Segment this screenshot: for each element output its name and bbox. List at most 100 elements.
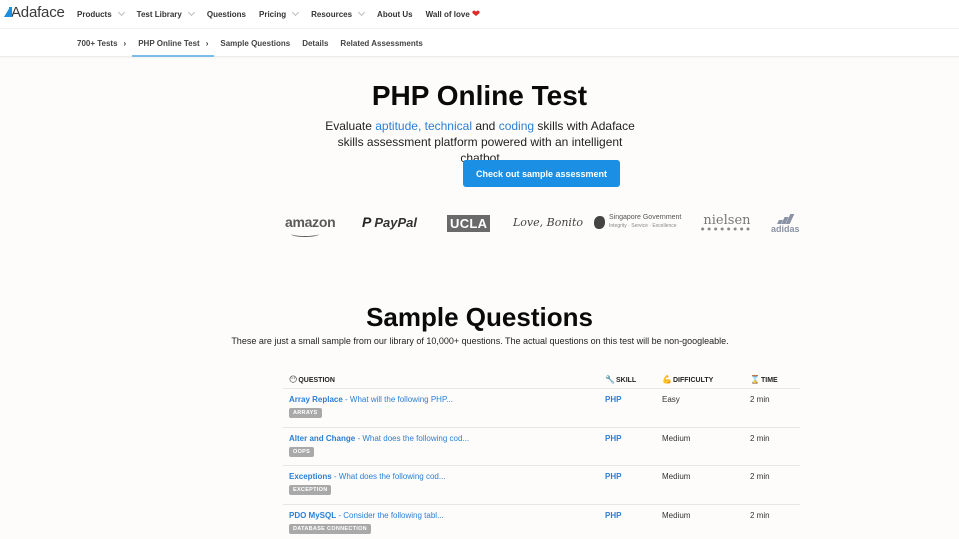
header-time: ⌛TIME [744, 375, 800, 384]
hourglass-icon: ⌛ [750, 375, 760, 384]
question-link[interactable]: Array Replace - What will the following … [289, 395, 599, 404]
header-question: 😶QUESTION [283, 375, 599, 384]
hero-sub-mid: and [471, 119, 499, 133]
hero-sub-prefix: Evaluate [325, 119, 376, 133]
nav-questions[interactable]: Questions [207, 10, 246, 19]
question-link[interactable]: PDO MySQL - Consider the following tabl.… [289, 511, 599, 520]
adaface-logo[interactable]: Adaface [4, 4, 65, 21]
adaface-logo-icon [4, 6, 12, 17]
chevron-down-icon [117, 8, 125, 17]
flexed-biceps-icon: 💪 [662, 375, 672, 384]
topic-tag: ARRAYS [289, 408, 322, 418]
question-link[interactable]: Exceptions - What does the following cod… [289, 472, 599, 481]
time-cell: 2 min [750, 510, 770, 520]
table-row: Array Replace - What will the following … [283, 389, 800, 428]
question-title: Alter and Change [289, 433, 356, 443]
difficulty-cell: Medium [662, 510, 691, 520]
love-bonito-logo: Love, Bonito [513, 216, 583, 229]
subnav-700-tests[interactable]: 700+ Tests › [77, 29, 126, 57]
subnav-label: Related Assessments [340, 38, 423, 48]
wrench-icon: 🔧 [605, 375, 615, 384]
sample-questions-title: Sample Questions [366, 302, 593, 332]
subnav-sample-questions[interactable]: Sample Questions [220, 29, 290, 57]
nav-label: Resources [311, 10, 353, 19]
hero-subtitle: Evaluate aptitude, technical and coding … [320, 118, 640, 166]
difficulty-cell: Medium [662, 472, 691, 481]
topic-tag: OOPS [289, 446, 315, 457]
subnav-details[interactable]: Details [302, 29, 328, 57]
page-title: PHP Online Test [371, 80, 588, 111]
adidas-stripes-icon [776, 214, 795, 224]
paypal-p-icon: P [362, 214, 372, 230]
difficulty-cell: Medium [662, 433, 691, 443]
skill-cell: PHP [605, 433, 622, 443]
header-label: TIME [760, 377, 778, 384]
logo-text: Adaface [11, 4, 65, 21]
thinking-face-icon: 😶 [289, 375, 298, 384]
header-label: DIFFICULTY [672, 377, 714, 384]
chevron-down-icon [292, 8, 300, 17]
top-navbar: Adaface Products Test Library Questions … [0, 0, 959, 29]
nav-resources[interactable]: Resources [311, 8, 366, 19]
subnav-php-online-test[interactable]: PHP Online Test › [132, 29, 215, 57]
skill-cell: PHP [605, 510, 622, 520]
time-cell: 2 min [750, 395, 770, 404]
time-cell: 2 min [750, 433, 770, 443]
client-logos: amazon P PayPal UCLA Love, Bonito Singap… [283, 210, 803, 238]
table-header: 😶QUESTION 🔧SKILL 💪DIFFICULTY ⌛TIME [283, 371, 800, 389]
sample-questions-subtitle: These are just a small sample from our l… [231, 336, 729, 346]
sg-name: Singapore Government [609, 214, 682, 221]
subnav-label: Details [302, 38, 329, 48]
check-sample-assessment-button[interactable]: Check out sample assessment [463, 160, 620, 187]
table-row: PDO MySQL - Consider the following tabl.… [283, 505, 800, 539]
amazon-logo: amazon [285, 214, 336, 237]
sg-text-block: Singapore Government Integrity · Service… [609, 214, 681, 230]
nielsen-dots: ●●●●●●●● [701, 226, 753, 231]
questions-table: 😶QUESTION 🔧SKILL 💪DIFFICULTY ⌛TIME Array… [283, 371, 800, 539]
breadcrumb: 700+ Tests › PHP Online Test › Sample Qu… [77, 29, 435, 57]
question-cell: PDO MySQL - Consider the following tabl.… [283, 511, 599, 534]
singapore-government-logo: Singapore Government Integrity · Service… [594, 214, 681, 230]
nav-products[interactable]: Products [77, 8, 125, 19]
nav-test-library[interactable]: Test Library [136, 8, 195, 19]
paypal-logo: P PayPal [362, 214, 417, 230]
header-label: SKILL [615, 377, 637, 384]
nav-about-us[interactable]: About Us [377, 10, 413, 19]
hero-sub-highlight-coding: coding [498, 119, 535, 133]
nav-label: Products [77, 10, 112, 19]
topic-tag: EXCEPTION [289, 485, 332, 495]
table-row: Alter and Change - What does the followi… [283, 428, 800, 466]
skill-cell: PHP [605, 395, 622, 404]
heart-icon: ❤ [471, 9, 481, 20]
question-snippet: - What does the following cod... [331, 472, 446, 481]
chevron-right-icon: › [123, 38, 127, 48]
subnav-label: PHP Online Test [138, 38, 200, 48]
question-snippet: - What will the following PHP... [342, 395, 453, 404]
sg-tagline: Integrity · Service · Excellence [609, 223, 677, 229]
header-label: QUESTION [298, 377, 335, 384]
header-difficulty: 💪DIFFICULTY [656, 375, 744, 384]
adidas-text: adidas [771, 224, 800, 234]
nav-label: About Us [377, 10, 413, 19]
hero-sub-highlight-aptitude: aptitude, technical [375, 119, 472, 133]
question-snippet: - Consider the following tabl... [336, 510, 444, 520]
question-snippet: - What does the following cod... [355, 433, 470, 443]
table-row: Exceptions - What does the following cod… [283, 466, 800, 505]
question-cell: Alter and Change - What does the followi… [283, 434, 599, 457]
paypal-text: PayPal [374, 214, 417, 230]
skill-cell: PHP [605, 472, 622, 481]
chevron-down-icon [358, 8, 366, 17]
ucla-logo: UCLA [447, 215, 491, 232]
question-title: Array Replace [289, 395, 343, 404]
subnav-related-assessments[interactable]: Related Assessments [340, 29, 422, 57]
question-link[interactable]: Alter and Change - What does the followi… [289, 434, 599, 443]
chevron-down-icon [187, 8, 195, 17]
question-cell: Exceptions - What does the following cod… [283, 472, 599, 495]
nav-label: Test Library [136, 10, 182, 19]
question-cell: Array Replace - What will the following … [283, 395, 599, 418]
question-title: Exceptions [289, 472, 332, 481]
nav-pricing[interactable]: Pricing [259, 8, 300, 19]
topic-tag: DATABASE CONNECTION [289, 523, 371, 534]
nav-wall-of-love[interactable]: Wall of love ❤ [426, 9, 481, 20]
subnav-label: 700+ Tests [77, 38, 118, 48]
